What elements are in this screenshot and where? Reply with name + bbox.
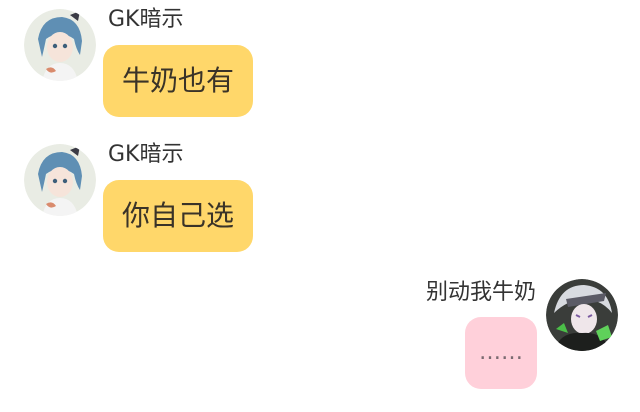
message-row-left-1: GK暗示 牛奶也有 [0, 0, 640, 130]
anime-girl-avatar-icon [24, 9, 96, 81]
sender-name: 别动我牛奶 [425, 280, 536, 305]
avatar-anime-girl[interactable] [24, 144, 96, 216]
chat-bubble[interactable]: 牛奶也有 [103, 45, 253, 117]
chat-bubble[interactable]: …… [465, 317, 537, 389]
message-row-right: 别动我牛奶 …… [0, 270, 640, 412]
avatar-anime-girl[interactable] [24, 9, 96, 81]
sender-name: GK暗示 [108, 142, 184, 167]
message-row-left-2: GK暗示 你自己选 [0, 135, 640, 265]
sender-name: GK暗示 [108, 7, 184, 32]
avatar-anime-boy[interactable] [546, 279, 618, 351]
anime-girl-avatar-icon [24, 144, 96, 216]
anime-boy-avatar-icon [546, 279, 618, 351]
chat-bubble[interactable]: 你自己选 [103, 180, 253, 252]
